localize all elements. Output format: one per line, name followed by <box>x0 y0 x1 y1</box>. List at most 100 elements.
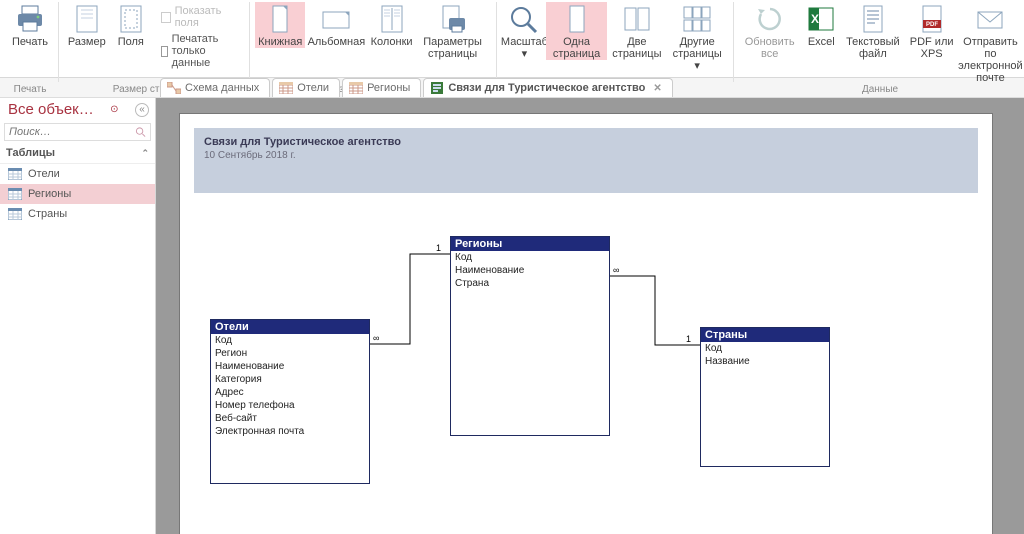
table-icon <box>349 82 363 94</box>
nav-item-label: Отели <box>28 168 60 180</box>
close-icon[interactable]: ✕ <box>653 83 661 94</box>
one-page-button[interactable]: Одна страница <box>546 2 606 60</box>
doc-tab[interactable]: Регионы <box>342 78 421 97</box>
table-field: Электронная почта <box>211 425 369 438</box>
table-icon <box>279 82 293 94</box>
table-title: Регионы <box>451 237 609 251</box>
portrait-icon <box>264 4 296 34</box>
page-setup-button[interactable]: Параметры страницы <box>415 2 489 60</box>
ribbon-group-print: Печать Печать <box>0 0 56 98</box>
report-title: Связи для Туристическое агентство <box>204 136 968 148</box>
excel-icon: X <box>805 4 837 34</box>
svg-text:PDF: PDF <box>926 22 938 28</box>
table-icon <box>8 168 22 180</box>
pdf-xps-button[interactable]: PDF PDF или XPS <box>902 2 960 60</box>
tab-label: Связи для Туристическое агентство <box>448 82 645 94</box>
one-page-label: Одна страница <box>550 36 602 60</box>
table-field: Категория <box>211 373 369 386</box>
table-field: Код <box>211 334 369 347</box>
portrait-button[interactable]: Книжная <box>255 2 305 48</box>
zoom-icon <box>508 4 540 34</box>
nav-section-tables[interactable]: Таблицы ⌃ <box>0 143 155 164</box>
columns-button[interactable]: Колонки <box>368 2 416 48</box>
search-box[interactable] <box>4 123 151 141</box>
zoom-button[interactable]: Масштаб▾ <box>502 2 546 60</box>
page-setup-label: Параметры страницы <box>419 36 485 60</box>
refresh-icon <box>754 4 786 34</box>
page-setup-icon <box>437 4 469 34</box>
nav-item[interactable]: Регионы <box>0 184 155 204</box>
svg-text:1: 1 <box>436 243 441 253</box>
nav-item[interactable]: Отели <box>0 164 155 184</box>
zoom-label: Масштаб▾ <box>501 36 548 60</box>
size-button[interactable]: Размер <box>65 2 109 48</box>
refresh-button[interactable]: Обновить все <box>740 2 799 60</box>
show-fields-checkbox[interactable]: Показать поля <box>157 4 243 30</box>
excel-label: Excel <box>808 36 835 48</box>
nav-collapse-icon[interactable]: « <box>135 103 149 117</box>
group-label-data: Данные <box>862 84 898 98</box>
relations-icon <box>167 82 181 94</box>
table-icon <box>8 208 22 220</box>
table-field: Наименование <box>211 360 369 373</box>
email-label: Отправить по электронной почте <box>958 36 1023 84</box>
nav-section-label: Таблицы <box>6 147 55 159</box>
search-input[interactable] <box>9 126 135 138</box>
svg-text:X: X <box>811 12 819 26</box>
table-field: Адрес <box>211 386 369 399</box>
excel-button[interactable]: X Excel <box>799 2 843 48</box>
svg-text:∞: ∞ <box>613 265 619 275</box>
table-field: Код <box>451 251 609 264</box>
print-data-only-checkbox[interactable]: Печатать только данные <box>157 32 243 70</box>
nav-item-label: Регионы <box>28 188 71 200</box>
two-pages-button[interactable]: Две страницы <box>607 2 667 60</box>
work-area: Связи для Туристическое агентство 10 Сен… <box>156 98 1024 534</box>
nav-item-label: Страны <box>28 208 67 220</box>
more-pages-button[interactable]: Другие страницы ▾ <box>667 2 727 72</box>
margins-button[interactable]: Поля <box>109 2 153 48</box>
text-file-button[interactable]: Текстовый файл <box>843 2 902 60</box>
nav-header[interactable]: Все объек… ⊙ « <box>0 98 155 121</box>
nav-title: Все объек… <box>8 101 94 118</box>
er-table: СтраныКодНазвание <box>700 327 830 467</box>
table-field: Номер телефона <box>211 399 369 412</box>
pdf-xps-label: PDF или XPS <box>906 36 956 60</box>
search-icon <box>135 126 146 138</box>
margins-label: Поля <box>118 36 144 48</box>
report-date: 10 Сентябрь 2018 г. <box>204 150 968 161</box>
printer-icon <box>14 4 46 34</box>
pdf-icon: PDF <box>916 4 948 34</box>
one-page-icon <box>561 4 593 34</box>
two-pages-label: Две страницы <box>611 36 663 60</box>
report-page: Связи для Туристическое агентство 10 Сен… <box>180 114 992 534</box>
nav-item[interactable]: Страны <box>0 204 155 224</box>
svg-text:∞: ∞ <box>373 333 379 343</box>
table-field: Страна <box>451 277 609 290</box>
email-icon <box>974 4 1006 34</box>
refresh-label: Обновить все <box>744 36 795 60</box>
er-table: ОтелиКодРегионНаименованиеКатегорияАдрес… <box>210 319 370 484</box>
group-label-print: Печать <box>14 84 47 98</box>
show-fields-label: Показать поля <box>175 5 239 29</box>
doc-tab[interactable]: Отели <box>272 78 340 97</box>
table-title: Отели <box>211 320 369 334</box>
doc-tab[interactable]: Схема данных <box>160 78 270 97</box>
collapse-icon: ⌃ <box>141 148 149 159</box>
table-title: Страны <box>701 328 829 342</box>
text-file-label: Текстовый файл <box>846 36 900 60</box>
table-field: Название <box>701 355 829 368</box>
print-button[interactable]: Печать <box>8 2 52 48</box>
columns-icon <box>376 4 408 34</box>
report-header: Связи для Туристическое агентство 10 Сен… <box>194 128 978 193</box>
doc-tab[interactable]: Связи для Туристическое агентство ✕ <box>423 78 672 97</box>
landscape-label: Альбомная <box>308 36 366 48</box>
ribbon-toolbar: Печать Печать Размер Поля Показать поля … <box>0 0 1024 78</box>
more-pages-label: Другие страницы ▾ <box>671 36 723 72</box>
report-icon <box>430 82 444 94</box>
navigation-pane: Все объек… ⊙ « Таблицы ⌃ Отели Регионы Стр… <box>0 98 156 534</box>
email-button[interactable]: Отправить по электронной почте <box>961 2 1020 84</box>
tab-label: Отели <box>297 82 329 94</box>
table-field: Наименование <box>451 264 609 277</box>
landscape-button[interactable]: Альбомная <box>305 2 368 48</box>
table-field: Регион <box>211 347 369 360</box>
